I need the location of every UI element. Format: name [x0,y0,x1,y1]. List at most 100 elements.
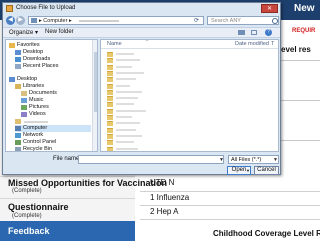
preview-pane-icon[interactable] [251,30,257,35]
folder-row[interactable] [107,95,277,102]
divider [281,100,320,101]
folder-row[interactable] [107,76,277,83]
computer-icon [15,126,21,131]
section-title: Missed Opportunities for Vaccination [8,178,168,188]
nav-item[interactable]: Videos [21,111,91,118]
folder-name-redacted [116,109,146,112]
folder-icon [107,70,113,76]
cancel-button[interactable]: Cancel [254,166,279,175]
folder-row[interactable] [107,83,277,89]
forward-arrow-icon[interactable]: ▶ [16,16,25,25]
new-tab-label[interactable]: New [294,3,315,14]
views-icon[interactable] [238,30,245,35]
nav-item-label: Pictures [29,104,49,110]
folder-row[interactable] [107,133,277,139]
nav-item-label: Recent Places [23,63,59,69]
folder-icon [107,89,113,95]
search-input[interactable]: Search ANY [207,16,279,25]
close-button[interactable]: ✕ [261,4,278,13]
chevron-down-icon[interactable]: ▼ [219,156,224,164]
folder-name-redacted [116,128,136,131]
folder-icon [107,83,113,89]
column-date-modified[interactable]: Date modified [235,41,269,47]
folder-name-redacted [116,78,136,81]
refresh-icon[interactable]: ⟳ [194,17,199,25]
file-name-input[interactable]: ▼ [78,155,224,164]
column-type[interactable]: T [271,41,274,47]
folder-row[interactable] [107,114,277,120]
divider [140,191,320,192]
nav-item[interactable]: Network [15,132,91,139]
nav-item[interactable] [15,118,91,125]
column-name[interactable]: Name [107,41,122,47]
chevron-down-icon[interactable]: ▼ [246,167,250,174]
folder-row[interactable] [107,120,277,127]
folder-row[interactable] [107,51,277,57]
divider [281,140,320,141]
column-header: Name ^ Date modified T [101,40,278,49]
organize-menu[interactable]: Organize ▾ [9,29,38,36]
network-icon [15,133,21,138]
scroll-thumb[interactable] [94,52,97,112]
recent-places-icon [15,64,21,69]
nav-item[interactable]: Music [21,97,91,104]
nav-item[interactable]: Recycle Bin [15,146,91,151]
folder-row[interactable] [107,139,277,146]
file-name-label: File name: [53,156,82,162]
folder-name-redacted [116,97,138,100]
star-icon [9,43,15,48]
folder-row[interactable] [107,64,277,70]
section-questionnaire[interactable]: Questionnaire (Complete) [0,198,135,221]
downloads-icon [15,57,21,62]
folder-row[interactable] [107,108,277,114]
file-type-select[interactable]: All Files (*.*) ▼ [228,155,279,164]
file-list: Name ^ Date modified T [100,39,279,152]
folder-name-redacted [116,134,142,137]
nav-item[interactable]: Desktop [15,49,91,56]
section-status: (Complete) [12,188,42,194]
computer-icon [31,18,37,23]
folder-icon [107,127,113,133]
nav-item[interactable]: Desktop [9,76,91,83]
nav-item[interactable]: Libraries [15,83,91,90]
nav-item[interactable]: Downloads [15,56,91,63]
help-icon[interactable]: ? [265,29,272,36]
folder-icon [107,96,113,102]
folder-row[interactable] [107,57,277,64]
folder-row[interactable] [107,89,277,95]
recycle-bin-icon [15,147,21,151]
pictures-icon [21,105,27,110]
nav-item-label: Desktop [17,76,38,82]
nav-item[interactable]: Recent Places [15,63,91,70]
folder-row[interactable] [107,127,277,133]
required-label: REQUIR [292,28,316,34]
folder-name-redacted [116,90,142,93]
section-missed-opportunities[interactable]: Missed Opportunities for Vaccination (Co… [0,176,167,199]
sort-up-icon: ^ [146,39,149,45]
feedback-button[interactable]: Feedback [0,221,135,241]
folder-row[interactable] [107,146,277,151]
nav-item[interactable]: Computer [15,125,91,132]
nav-scrollbar[interactable] [92,40,97,151]
user-folder-icon [15,119,21,124]
nav-item-label: Desktop [23,49,44,55]
folder-name-redacted [116,65,132,68]
section-title: Questionnaire [8,202,69,212]
control-panel-icon [15,140,21,145]
dialog-titlebar[interactable]: Choose File to Upload ✕ [3,3,280,15]
folder-name-redacted [116,59,140,62]
address-bar[interactable]: ▸ Computer ▸ ⟳ [28,16,204,25]
nav-item[interactable]: Control Panel [15,139,91,146]
open-button[interactable]: Open ▼ [227,166,251,175]
nav-item-label: Favorites [17,42,40,48]
folder-row[interactable] [107,101,277,108]
nav-item[interactable]: Pictures [21,104,91,111]
chevron-down-icon: ▼ [273,157,278,163]
folder-row[interactable] [107,70,277,76]
nav-item[interactable]: Documents [21,90,91,97]
back-arrow-icon[interactable]: ◀ [6,16,15,25]
folder-icon [107,102,113,108]
nav-item[interactable]: Favorites [9,42,91,49]
folder-icon [107,52,113,57]
new-folder-button[interactable]: New folder [45,29,74,35]
